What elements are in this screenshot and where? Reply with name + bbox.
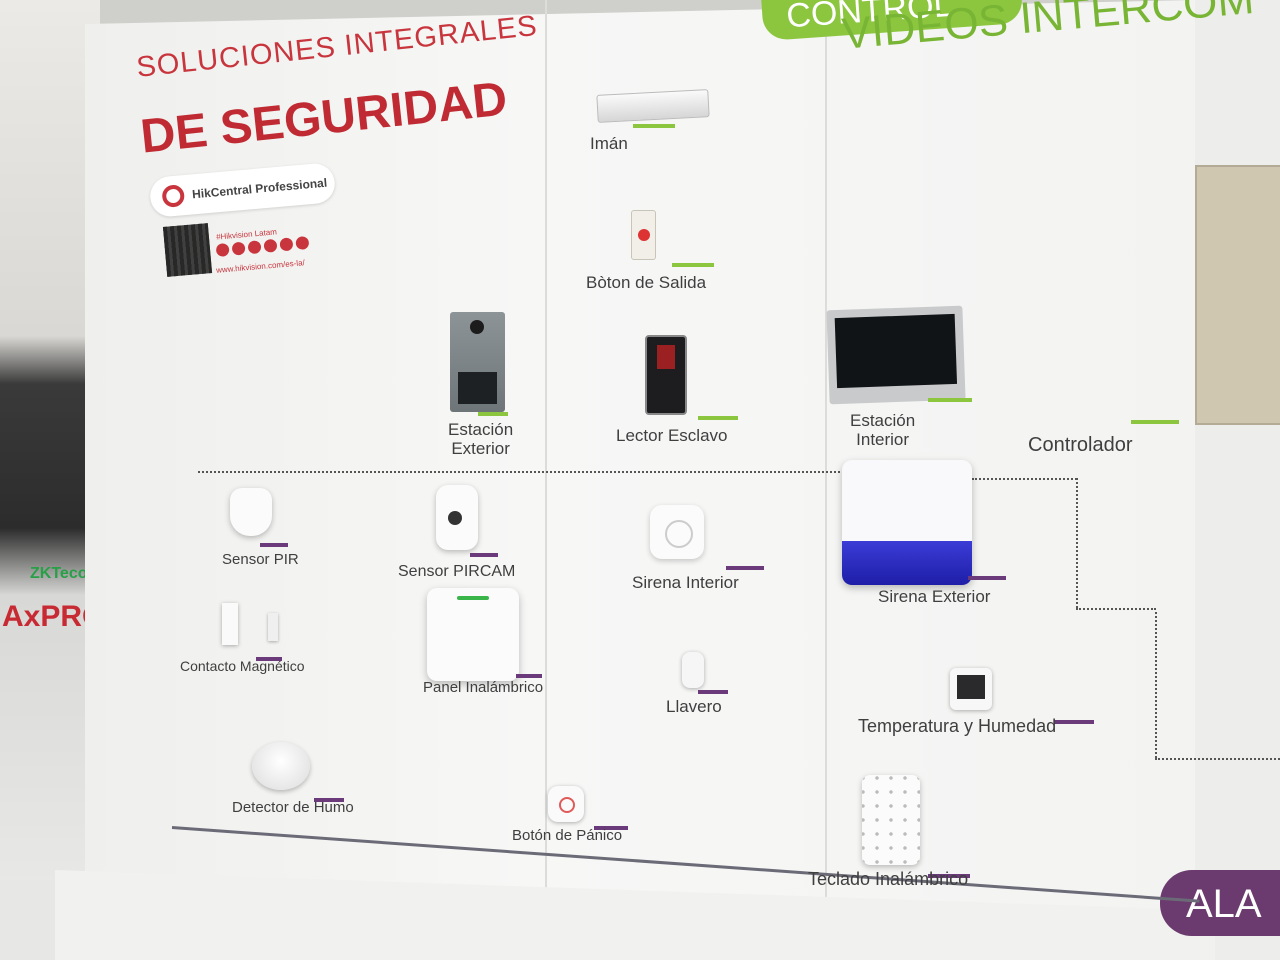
connector-line — [1076, 608, 1156, 610]
tiktok-icon — [295, 235, 310, 251]
label-estacion-exterior: Estación Exterior — [448, 420, 514, 458]
label-accent-bar — [478, 412, 508, 416]
magnetic-lock-device — [596, 89, 710, 123]
alarm-section-tab: ALA — [1160, 870, 1280, 936]
instagram-icon — [263, 238, 278, 253]
label-panel-inalambrico: Panel Inalámbrico — [423, 679, 544, 696]
facebook-icon — [247, 240, 262, 255]
hikcentral-logo-icon — [161, 184, 186, 208]
connector-line — [1155, 612, 1157, 758]
label-accent-bar — [633, 124, 675, 128]
label-boton-salida: Bòton de Salida — [586, 273, 707, 292]
board-seam — [825, 0, 827, 920]
label-controlador: Controlador — [1028, 434, 1133, 456]
qr-code — [162, 223, 213, 277]
wireless-panel-device — [427, 588, 519, 681]
hikcentral-badge-text: HikCentral Professional — [191, 175, 328, 202]
smoke-detector-device — [252, 742, 310, 790]
label-contacto-magnetico: Contacto Magnético — [180, 658, 305, 674]
label-sensor-pir: Sensor PIR — [222, 551, 299, 568]
indoor-station-device — [826, 305, 966, 405]
zkteco-brand-sign: ZKTeco — [30, 565, 88, 582]
magnetic-contact-magnet — [268, 613, 278, 641]
slave-reader-device — [645, 335, 687, 415]
label-accent-bar — [470, 553, 498, 557]
camera-lens — [470, 320, 484, 334]
label-accent-bar — [672, 263, 714, 267]
label-temperatura-humedad: Temperatura y Humedad — [858, 716, 1057, 736]
label-accent-bar — [698, 690, 728, 694]
section-divider-line — [198, 471, 848, 473]
exit-button-device — [631, 210, 656, 260]
pircam-sensor-device — [436, 485, 478, 550]
label-accent-bar — [1131, 420, 1179, 424]
linkedin-icon — [215, 242, 230, 258]
label-accent-bar — [260, 543, 288, 547]
connector-line — [1155, 758, 1280, 760]
label-sirena-exterior: Sirena Exterior — [878, 587, 991, 606]
right-wall — [1185, 0, 1280, 960]
youtube-icon — [231, 241, 246, 256]
label-llavero: Llavero — [666, 697, 722, 716]
wireless-keypad-device — [862, 775, 920, 865]
alarm-section-tab-label: ALA — [1186, 882, 1262, 926]
label-accent-bar — [726, 566, 764, 570]
label-estacion-interior: Estación Interior — [850, 411, 916, 449]
label-accent-bar — [1054, 720, 1094, 724]
panic-button-device — [548, 786, 584, 822]
connector-line — [972, 478, 1077, 480]
pir-sensor-device — [230, 488, 272, 536]
label-accent-bar — [928, 398, 972, 402]
controller-device — [1195, 165, 1280, 425]
door-station-device — [450, 312, 505, 412]
label-lector-esclavo: Lector Esclavo — [616, 426, 728, 445]
outdoor-siren-device — [842, 460, 972, 585]
label-boton-panico: Botón de Pánico — [512, 827, 623, 844]
label-iman: Imán — [590, 134, 628, 153]
indoor-siren-device — [650, 505, 704, 559]
magnetic-contact-device — [222, 603, 238, 645]
label-teclado-inalambrico: Teclado Inalámbrico — [808, 869, 969, 889]
board-seam — [545, 0, 547, 900]
temperature-humidity-device — [950, 668, 992, 710]
label-detector-humo: Detector de Humo — [232, 799, 354, 816]
connector-line — [1076, 478, 1078, 608]
card-panel — [458, 372, 497, 404]
label-accent-bar — [968, 576, 1006, 580]
label-sirena-interior: Sirena Interior — [632, 573, 739, 592]
label-sensor-pircam: Sensor PIRCAM — [398, 563, 516, 580]
keyfob-device — [682, 652, 704, 688]
label-accent-bar — [516, 674, 542, 678]
twitter-icon — [279, 237, 294, 252]
label-accent-bar — [698, 416, 738, 420]
